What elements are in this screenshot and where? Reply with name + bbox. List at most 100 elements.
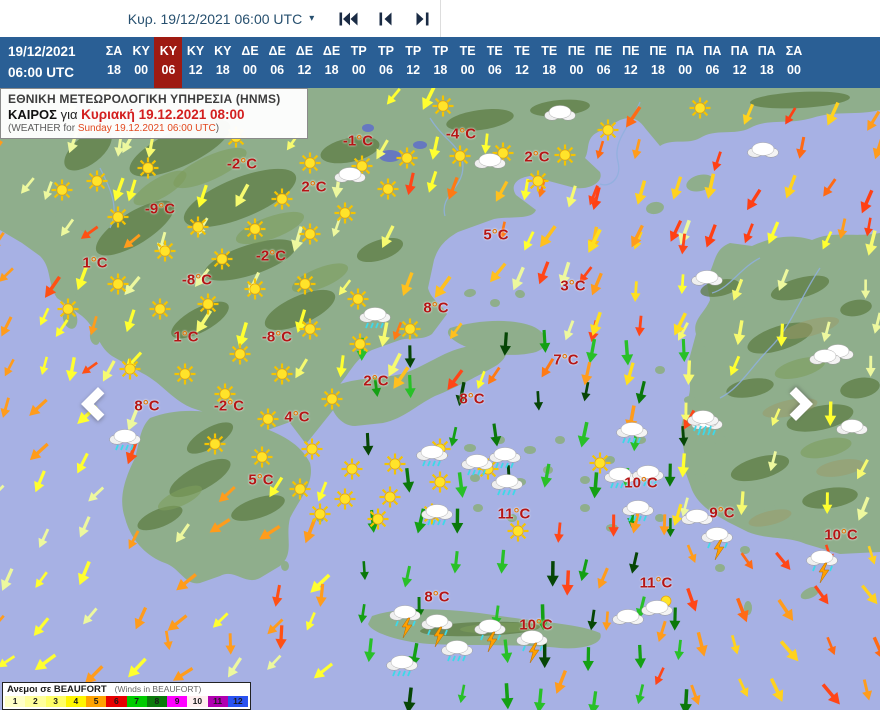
temperature-label: 10°C	[519, 616, 553, 634]
sun-icon	[367, 508, 389, 530]
sun-icon	[396, 147, 418, 169]
toolbar: ΠΕΡΙΟΧΗ ▾ Κυρ. 19/12/2021 06:00 UTC ▾	[0, 0, 880, 37]
temperature-label: 3°C	[560, 277, 586, 295]
timeline-day-label: ΠΑ	[730, 44, 749, 58]
timeline-day-label: ΤΕ	[541, 44, 558, 58]
timeline-day-label: ΤΕ	[514, 44, 530, 58]
timeline-cell[interactable]: ΣΑ 18	[100, 37, 128, 88]
timeline-cell[interactable]: ΤΡ 12	[399, 37, 427, 88]
sun-icon	[377, 178, 399, 200]
timeline-cell[interactable]: ΠΕ 12	[617, 37, 645, 88]
timeline-cell[interactable]: ΔΕ 00	[236, 37, 264, 88]
legend-scale-cell: 11	[207, 696, 228, 707]
timeline-cell[interactable]: ΠΕ 06	[590, 37, 618, 88]
timeline-hour-label: 00	[351, 63, 366, 77]
timeline-hour-label: 06	[270, 63, 285, 77]
timeline-cell[interactable]: ΠΕ 00	[562, 37, 590, 88]
island	[655, 366, 665, 374]
sun-icon	[301, 438, 323, 460]
timeline-hour-label: 00	[134, 63, 149, 77]
sun-icon	[554, 144, 576, 166]
legend-title-english: (Winds in BEAUFORT)	[114, 684, 202, 694]
sun-icon	[334, 202, 356, 224]
datetime-dropdown-button[interactable]: Κυρ. 19/12/2021 06:00 UTC ▾	[112, 0, 330, 37]
temperature-label: -2°C	[255, 247, 287, 265]
timeline-cell[interactable]: ΠΕ 18	[644, 37, 672, 88]
timeline-cell[interactable]: ΠΑ 00	[671, 37, 699, 88]
timeline-day-label: ΣΑ	[105, 44, 123, 58]
region-dropdown-button[interactable]: ΠΕΡΙΟΧΗ ▾	[6, 5, 105, 34]
island	[694, 473, 706, 483]
skip-to-first-button[interactable]	[330, 0, 367, 37]
timeline-cell[interactable]: ΤΡ 06	[372, 37, 400, 88]
timeline-day-label: ΚΥ	[186, 44, 205, 58]
island	[281, 561, 289, 571]
timeline-hour-label: 18	[324, 63, 339, 77]
sun-icon	[384, 453, 406, 475]
timeline-cell[interactable]: ΣΑ 00	[780, 37, 808, 88]
timeline-hour-label: 18	[107, 63, 121, 77]
legend-scale-cell: 3	[45, 696, 66, 707]
sun-icon	[399, 318, 421, 340]
weather-map-canvas	[0, 88, 880, 710]
legend-scale-cell: 8	[146, 696, 167, 707]
sun-icon	[244, 278, 266, 300]
forecast-subtitle: (WEATHER for Sunday 19.12.2021 06:00 UTC…	[8, 123, 220, 134]
timeline-cell[interactable]: ΚΥ 06	[154, 37, 183, 88]
timeline-current-datetime: 19/12/2021 06:00 UTC	[8, 42, 76, 84]
sun-icon	[294, 273, 316, 295]
temperature-label: 1°C	[82, 254, 108, 272]
info-box: ΕΘΝΙΚΗ ΜΕΤΕΩΡΟΛΟΓΙΚΗ ΥΠΗΡΕΣΙΑ (HNMS) ΚΑΙ…	[0, 88, 308, 139]
sun-icon	[334, 488, 356, 510]
timeline-hour-label: 12	[406, 63, 421, 77]
temperature-label: 5°C	[483, 226, 509, 244]
sun-icon	[271, 363, 293, 385]
timeline-cell[interactable]: ΔΕ 06	[263, 37, 291, 88]
timeline-cell[interactable]: ΠΑ 06	[698, 37, 726, 88]
sun-icon	[589, 452, 611, 474]
sun-icon	[119, 358, 141, 380]
timeline-cell[interactable]: ΚΥ 18	[209, 37, 237, 88]
timeline-cell[interactable]: ΤΕ 00	[454, 37, 482, 88]
timeline-cell[interactable]: ΤΡ 18	[426, 37, 454, 88]
sun-icon	[299, 152, 321, 174]
timeline-day-label: ΤΡ	[378, 44, 394, 58]
sun-icon	[449, 145, 471, 167]
temperature-label: 8°C	[424, 588, 450, 606]
temperature-label: 7°C	[553, 351, 579, 369]
timeline-cell[interactable]: ΚΥ 12	[182, 37, 210, 88]
skip-to-first-icon	[339, 12, 358, 25]
timeline-cell[interactable]: ΚΥ 00	[127, 37, 155, 88]
timeline-day-label: ΤΡ	[432, 44, 449, 58]
timeline-day-label: ΤΡ	[350, 44, 367, 58]
timeline-cell[interactable]: ΠΑ 12	[726, 37, 754, 88]
temperature-label: 10°C	[824, 526, 858, 544]
timeline-cell[interactable]: ΔΕ 18	[318, 37, 346, 88]
sun-icon	[299, 223, 321, 245]
legend-scale-cell: 4	[65, 696, 86, 707]
timeline-hour-label: 06	[487, 63, 502, 77]
timeline-day-label: ΔΕ	[241, 44, 259, 58]
timeline-cell[interactable]: ΤΕ 12	[508, 37, 536, 88]
timeline-day-label: ΤΕ	[459, 44, 476, 58]
sun-icon	[107, 206, 129, 228]
timeline-cell[interactable]: ΔΕ 12	[290, 37, 318, 88]
previous-step-button[interactable]	[367, 0, 404, 37]
timeline-cell[interactable]: ΤΕ 06	[481, 37, 509, 88]
temperature-label: -4°C	[445, 125, 477, 143]
timeline-cell[interactable]: ΠΑ 18	[753, 37, 781, 88]
timeline-hour-label: 18	[651, 63, 665, 77]
island	[464, 444, 476, 452]
sun-icon	[341, 458, 363, 480]
next-step-button[interactable]	[404, 0, 441, 37]
sun-icon	[244, 218, 266, 240]
timeline-hour-label: 00	[460, 63, 475, 77]
legend-scale-cell: 1	[5, 696, 26, 707]
timeline-cell[interactable]: ΤΕ 18	[535, 37, 563, 88]
timeline-cell[interactable]: ΤΡ 00	[345, 37, 373, 88]
sun-icon	[57, 298, 79, 320]
temperature-label: 4°C	[284, 408, 310, 426]
temperature-label: 10°C	[624, 474, 658, 492]
temperature-label: 2°C	[524, 148, 550, 166]
timeline-day-label: ΠΑ	[676, 44, 695, 58]
